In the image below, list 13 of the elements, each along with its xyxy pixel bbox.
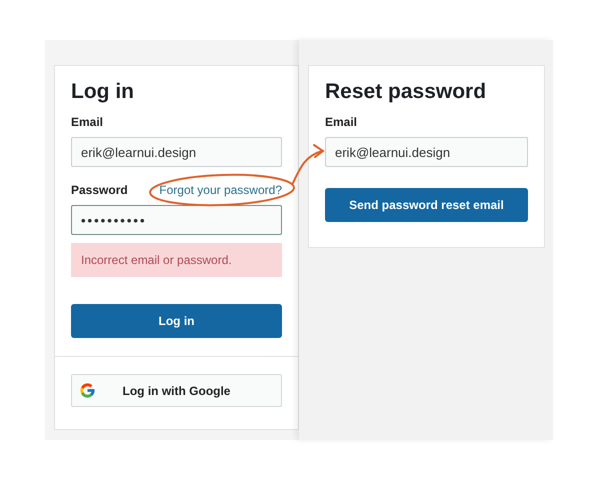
send-reset-button[interactable]: Send password reset email bbox=[325, 188, 528, 222]
input-field[interactable]: •••••••••• bbox=[71, 205, 282, 235]
google-login-button[interactable]: Log in with Google bbox=[71, 374, 282, 407]
email-label: Email bbox=[71, 114, 104, 131]
input-field[interactable]: erik@learnui.design bbox=[71, 137, 282, 167]
reset-title: Reset password bbox=[325, 79, 488, 105]
login-title: Log in bbox=[71, 79, 135, 105]
input-field[interactable]: erik@learnui.design bbox=[325, 137, 528, 167]
login-button[interactable]: Log in bbox=[71, 304, 282, 338]
email-label: Email bbox=[325, 114, 358, 131]
forgot-password-link[interactable]: Forgot your password? bbox=[159, 181, 282, 199]
error-message: Incorrect email or password. bbox=[71, 243, 282, 277]
password-label: Password bbox=[71, 182, 128, 199]
